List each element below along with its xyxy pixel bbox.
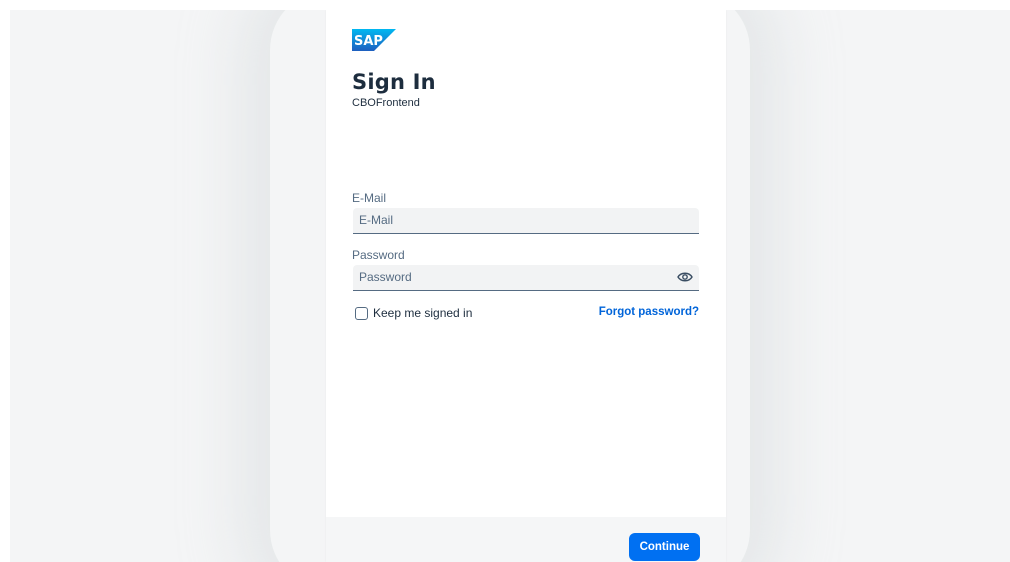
application-name: CBOFrontend [352,97,420,109]
checkbox-box[interactable] [355,306,368,320]
password-field[interactable] [353,265,699,291]
password-label: Password [352,248,405,262]
sap-logo-text: SAP [354,34,383,49]
sap-logo: SAP [352,29,396,51]
sign-in-card: SAP Sign In CBOFrontend E-Mail Password … [326,10,726,562]
continue-button[interactable]: Continue [629,533,700,561]
card-footer: Continue [326,517,726,562]
forgot-password-link[interactable]: Forgot password? [599,306,699,318]
keep-signed-in-label: Keep me signed in [373,306,473,320]
email-label: E-Mail [352,191,387,205]
eye-icon[interactable] [677,270,693,284]
email-input[interactable] [353,208,665,232]
password-input[interactable] [353,265,665,289]
keep-signed-in-checkbox[interactable]: Keep me signed in [355,306,472,320]
page-title: Sign In [352,70,436,94]
page-background: SAP Sign In CBOFrontend E-Mail Password … [10,10,1010,562]
email-field[interactable] [353,208,699,234]
